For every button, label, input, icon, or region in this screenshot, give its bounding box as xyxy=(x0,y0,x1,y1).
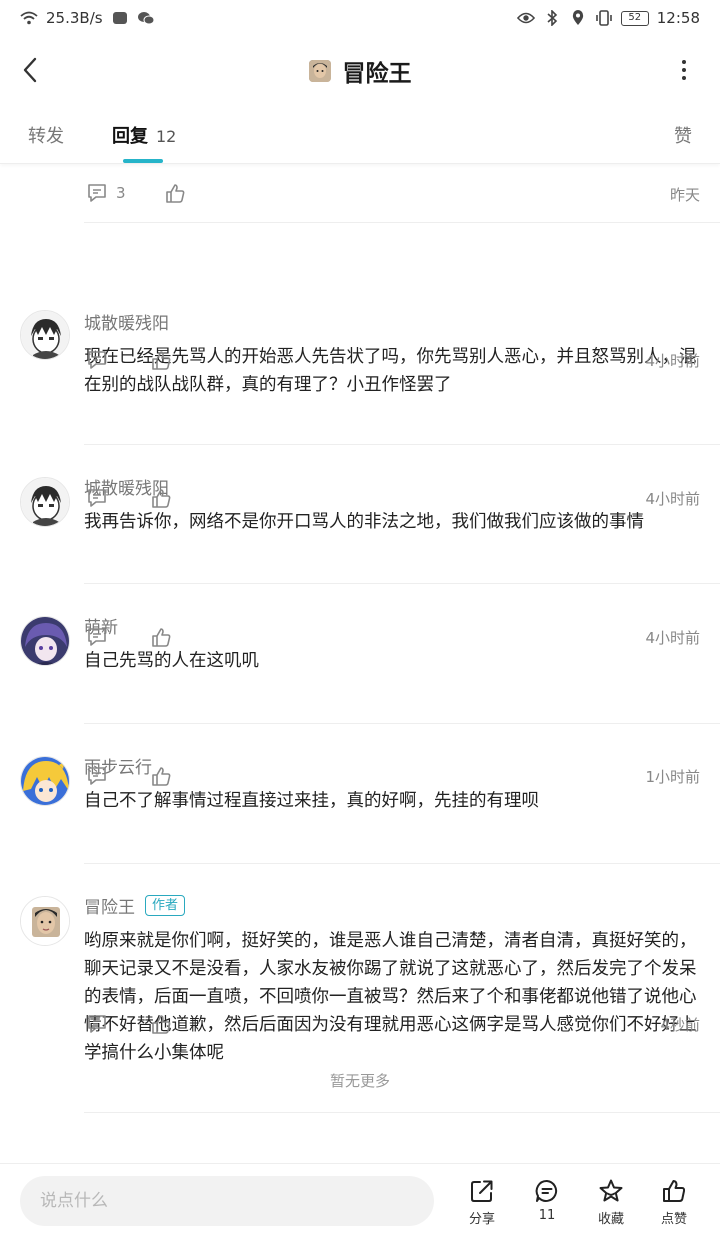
tab-reply-count: 12 xyxy=(156,127,177,146)
like-label: 点赞 xyxy=(660,1212,687,1227)
status-bar: 25.3B/s 52 12:58 xyxy=(0,0,720,36)
comment-icon xyxy=(88,184,106,202)
more-dot xyxy=(682,68,686,72)
comment-icon xyxy=(88,489,106,507)
timestamp: 昨天 xyxy=(669,186,700,204)
avatar[interactable] xyxy=(20,616,70,666)
comment-text: 哟原来就是你们啊，挺好笑的，谁是恶人谁自己清楚，清者自清，真挺好笑的，聊天记录又… xyxy=(84,931,697,1063)
like-button[interactable] xyxy=(150,349,172,371)
list-item: 3 昨天 xyxy=(84,164,720,223)
author-badge: 作者 xyxy=(145,894,186,916)
share-label: 分享 xyxy=(468,1212,495,1227)
comment-icon xyxy=(88,767,106,785)
comment-bubble-icon xyxy=(535,1179,558,1202)
tab-like[interactable]: 赞 xyxy=(674,122,692,148)
comment-text: 现在已经是先骂人的开始恶人先告状了吗，你先骂别人恶心，并且怒骂别人，混在别的战队… xyxy=(84,347,697,395)
thumbs-up-icon xyxy=(152,489,171,508)
thumbs-up-icon xyxy=(663,1180,686,1202)
list-item: 萌新 自己先骂的人在这叽叽 xyxy=(20,584,720,724)
like-button[interactable] xyxy=(150,1013,172,1035)
active-tab-indicator xyxy=(123,159,163,163)
page-title: 冒险王 xyxy=(342,61,412,87)
comments-button[interactable]: 11 xyxy=(522,1178,572,1223)
tab-bar: 转发 回复 12 赞 xyxy=(0,104,720,164)
comments-count: 11 xyxy=(538,1208,556,1223)
clock: 12:58 xyxy=(656,9,700,27)
timestamp: 4小时前 xyxy=(645,352,700,370)
comment-text: 我再告诉你，网络不是你开口骂人的非法之地，我们做我们应该做的事情 xyxy=(84,512,644,532)
timestamp: 4小时前 xyxy=(645,629,700,647)
timestamp: 4小时前 xyxy=(645,490,700,508)
thumbs-up-icon xyxy=(152,351,171,370)
comment-icon xyxy=(88,351,106,369)
reply-button[interactable] xyxy=(86,349,108,371)
more-dot xyxy=(682,76,686,80)
share-button[interactable]: 分享 xyxy=(457,1178,507,1227)
avatar[interactable] xyxy=(20,477,70,527)
vibrate-icon xyxy=(595,9,613,27)
like-button[interactable] xyxy=(150,765,172,787)
thumbs-up-icon xyxy=(152,767,171,786)
reply-count: 3 xyxy=(116,184,126,202)
favorite-button[interactable]: 收藏 xyxy=(586,1178,636,1227)
more-dots-icon xyxy=(682,60,686,64)
like-button[interactable] xyxy=(150,487,172,509)
reply-button[interactable]: 3 xyxy=(86,182,126,204)
no-more-text: 暂无更多 xyxy=(329,1072,390,1090)
comment-icon xyxy=(88,1015,106,1033)
network-speed: 25.3B/s xyxy=(46,9,103,27)
app-notification-icon xyxy=(111,9,129,27)
reply-button[interactable] xyxy=(86,626,108,648)
tab-reply[interactable]: 回复 12 xyxy=(112,122,176,148)
like-button[interactable] xyxy=(150,626,172,648)
author-name[interactable]: 冒险王 xyxy=(84,893,135,918)
reply-list: 3 昨天 城散暖残阳 现在已经是先骂人的开始恶人先告状了吗，你先骂别人恶心，并且… xyxy=(0,164,720,1113)
comment-input[interactable] xyxy=(20,1176,434,1226)
like-button[interactable] xyxy=(164,182,186,204)
reply-button[interactable] xyxy=(86,765,108,787)
eye-icon xyxy=(516,9,535,27)
avatar[interactable] xyxy=(20,310,70,360)
comment-icon xyxy=(88,628,106,646)
bluetooth-icon xyxy=(543,9,561,27)
tab-forward[interactable]: 转发 xyxy=(28,122,64,148)
header-user[interactable]: 冒险王 xyxy=(0,54,720,88)
thumbs-up-icon xyxy=(152,628,171,647)
thumbs-up-icon xyxy=(152,1015,171,1034)
battery-icon: 52 xyxy=(620,10,649,26)
more-options-button[interactable] xyxy=(672,56,696,84)
timestamp: 1小时前 xyxy=(645,768,700,786)
avatar[interactable] xyxy=(20,756,70,806)
author-name[interactable]: 城散暖残阳 xyxy=(84,309,169,334)
list-item: 城散暖残阳 现在已经是先骂人的开始恶人先告状了吗，你先骂别人恶心，并且怒骂别人，… xyxy=(20,223,720,445)
wechat-icon xyxy=(137,9,155,27)
avatar[interactable] xyxy=(20,896,70,946)
reply-button[interactable] xyxy=(86,1013,108,1035)
share-icon xyxy=(471,1180,493,1202)
timestamp: 4秒前 xyxy=(660,1016,700,1034)
comment-text: 自己不了解事情过程直接过来挂，真的好啊，先挂的有理呗 xyxy=(84,791,539,811)
favorite-label: 收藏 xyxy=(597,1212,624,1227)
top-nav-bar: 冒险王 xyxy=(0,36,720,104)
bottom-action-bar: 分享 11 收藏 点赞 xyxy=(0,1163,720,1236)
wifi-icon xyxy=(20,9,38,27)
location-icon xyxy=(569,9,587,27)
comment-text: 自己先骂的人在这叽叽 xyxy=(84,651,259,671)
thumbs-up-icon xyxy=(166,184,185,203)
like-post-button[interactable]: 点赞 xyxy=(649,1178,699,1227)
star-icon xyxy=(599,1179,623,1202)
list-item: 城散暖残阳 我再告诉你，网络不是你开口骂人的非法之地，我们做我们应该做的事情 xyxy=(20,445,720,584)
reply-button[interactable] xyxy=(86,487,108,509)
list-item: 雨步云行 自己不了解事情过程直接过来挂，真的好啊，先挂的有理呗 xyxy=(20,724,720,864)
tab-reply-label: 回复 xyxy=(112,126,148,147)
header-avatar[interactable] xyxy=(308,60,331,82)
